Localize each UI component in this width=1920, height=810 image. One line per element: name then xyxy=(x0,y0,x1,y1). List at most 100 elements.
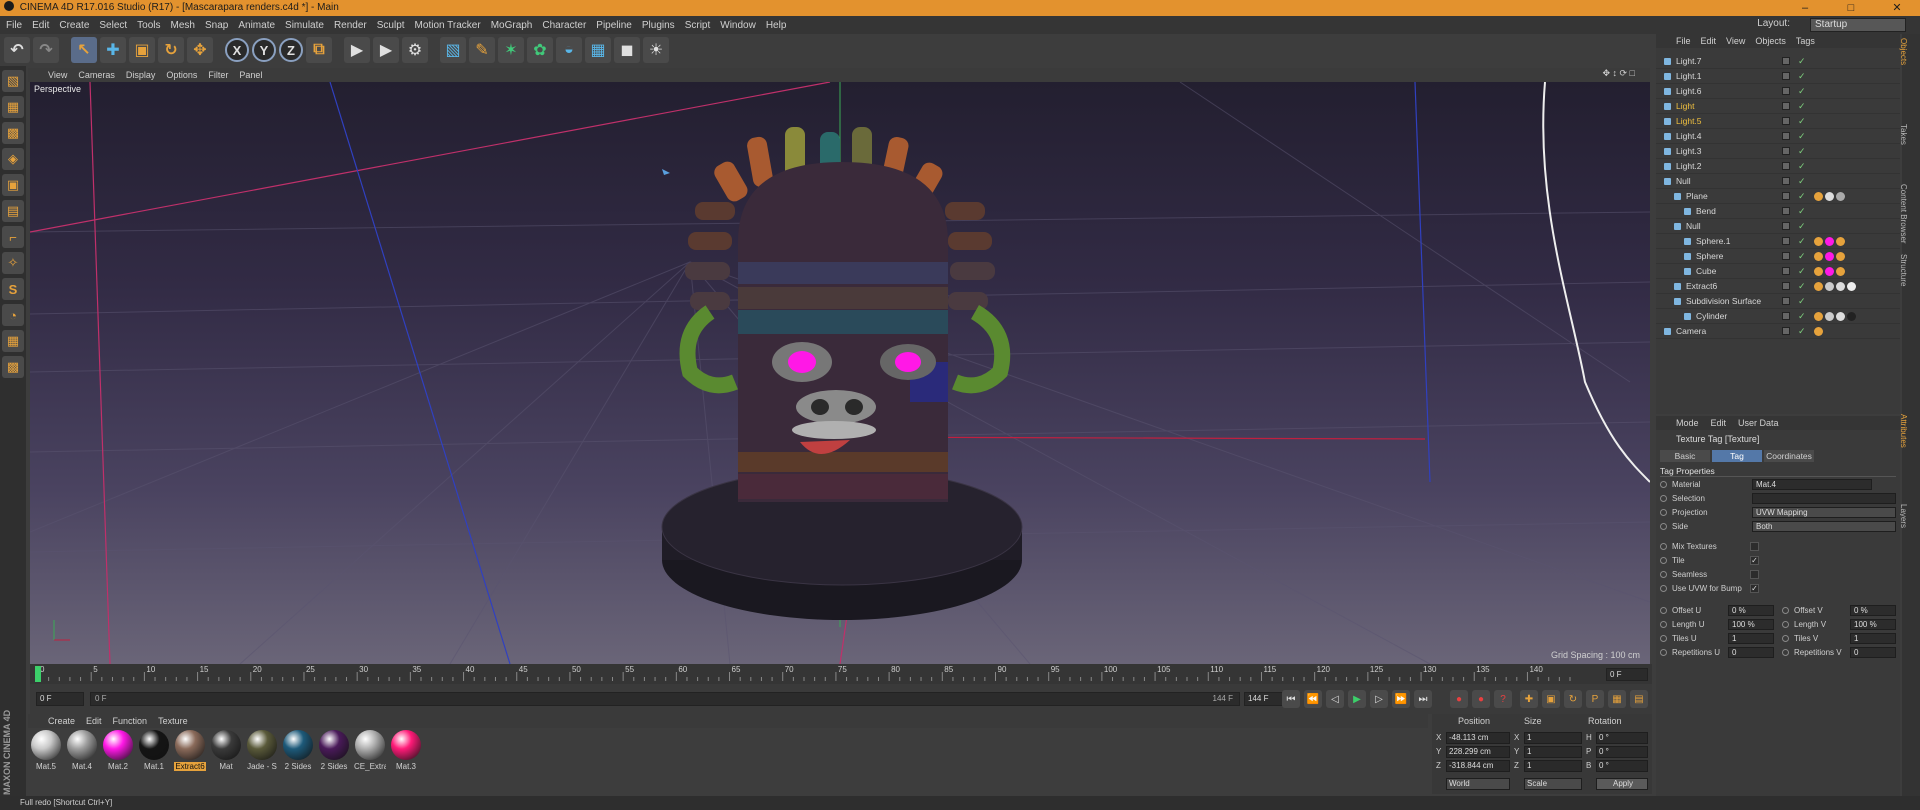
object-row[interactable]: Cylinder ✓ xyxy=(1656,309,1900,324)
timeline-end-field[interactable]: 0 F xyxy=(1606,668,1648,681)
object-enabled-check[interactable]: ✓ xyxy=(1798,144,1806,159)
light-object-button[interactable]: ☀ xyxy=(643,37,669,63)
uvw-bump-checkbox[interactable]: ✓ xyxy=(1750,584,1759,593)
viewport-menu-display[interactable]: Display xyxy=(126,70,156,80)
material-swatch[interactable]: Mat xyxy=(210,730,242,771)
object-enabled-check[interactable]: ✓ xyxy=(1798,204,1806,219)
menu-help[interactable]: Help xyxy=(766,20,787,31)
viewport-menu-options[interactable]: Options xyxy=(166,70,197,80)
record-button-1[interactable]: ● xyxy=(1472,690,1490,708)
timeline-playhead[interactable] xyxy=(35,666,41,682)
range-slider[interactable]: 0 F 144 F xyxy=(90,692,1240,706)
key-button-3[interactable]: P xyxy=(1586,690,1604,708)
key-button-4[interactable]: ▦ xyxy=(1608,690,1626,708)
timeline-ruler[interactable]: 0 5 10 15 20 25 30 35 40 45 50 55 60 65 70 75 80 85 90 95 10… xyxy=(30,664,1652,684)
side-tab-objects[interactable]: Objects xyxy=(1899,38,1908,65)
object-row[interactable]: Light.6 ✓ xyxy=(1656,84,1900,99)
menu-motion-tracker[interactable]: Motion Tracker xyxy=(415,20,481,31)
object-tag-icon[interactable] xyxy=(1814,267,1823,276)
tiles-u-field[interactable]: 1 xyxy=(1728,633,1774,644)
side-tab-structure[interactable]: Structure xyxy=(1899,254,1908,286)
material-swatch[interactable]: CE_Extra xyxy=(354,730,386,771)
menu-mograph[interactable]: MoGraph xyxy=(491,20,533,31)
menu-simulate[interactable]: Simulate xyxy=(285,20,324,31)
object-enabled-check[interactable]: ✓ xyxy=(1798,264,1806,279)
menu-script[interactable]: Script xyxy=(685,20,711,31)
object-visibility-toggle[interactable] xyxy=(1782,237,1790,245)
transport-button-4[interactable]: ▷ xyxy=(1370,690,1388,708)
viewport-menu-view[interactable]: View xyxy=(48,70,67,80)
menu-file[interactable]: File xyxy=(6,20,22,31)
object-enabled-check[interactable]: ✓ xyxy=(1798,99,1806,114)
close-button[interactable]: ✕ xyxy=(1874,0,1920,16)
key-button-5[interactable]: ▤ xyxy=(1630,690,1648,708)
object-visibility-toggle[interactable] xyxy=(1782,312,1790,320)
object-visibility-toggle[interactable] xyxy=(1782,57,1790,65)
left-tool-7[interactable]: ✧ xyxy=(2,252,24,274)
object-tag-icon[interactable] xyxy=(1825,312,1834,321)
side-tab-content-browser[interactable]: Content Browser xyxy=(1899,184,1908,244)
object-enabled-check[interactable]: ✓ xyxy=(1798,294,1806,309)
coord-position-x[interactable]: -48.113 cm xyxy=(1446,732,1510,744)
material-swatch[interactable]: Mat.3 xyxy=(390,730,422,771)
coord-size-x[interactable]: 1 xyxy=(1524,732,1582,744)
left-tool-8[interactable]: S xyxy=(2,278,24,300)
left-tool-1[interactable]: ▦ xyxy=(2,96,24,118)
floor-object-button[interactable]: ▦ xyxy=(585,37,611,63)
object-enabled-check[interactable]: ✓ xyxy=(1798,114,1806,129)
redo-button[interactable]: ↷ xyxy=(33,37,59,63)
transport-button-6[interactable]: ⏭ xyxy=(1414,690,1432,708)
object-enabled-check[interactable]: ✓ xyxy=(1798,249,1806,264)
transport-button-1[interactable]: ⏪ xyxy=(1304,690,1322,708)
projection-select[interactable]: UVW Mapping xyxy=(1752,507,1896,518)
object-enabled-check[interactable]: ✓ xyxy=(1798,279,1806,294)
transport-button-0[interactable]: ⏮ xyxy=(1282,690,1300,708)
menu-mesh[interactable]: Mesh xyxy=(171,20,195,31)
render-settings-button[interactable]: ⚙ xyxy=(402,37,428,63)
material-swatch[interactable]: Mat.1 xyxy=(138,730,170,771)
seamless-checkbox[interactable] xyxy=(1750,570,1759,579)
object-tag-icon[interactable] xyxy=(1836,237,1845,246)
camera-object-button[interactable]: ◼ xyxy=(614,37,640,63)
record-button-2[interactable]: ? xyxy=(1494,690,1512,708)
layout-select[interactable]: Startup xyxy=(1810,18,1906,32)
menu-tools[interactable]: Tools xyxy=(137,20,160,31)
coord-rotation-p[interactable]: 0 ° xyxy=(1596,746,1648,758)
key-button-0[interactable]: ✚ xyxy=(1520,690,1538,708)
deformer-button[interactable]: ◒ xyxy=(556,37,582,63)
object-tag-icon[interactable] xyxy=(1836,267,1845,276)
material-menu-edit[interactable]: Edit xyxy=(86,716,102,726)
transport-button-5[interactable]: ⏩ xyxy=(1392,690,1410,708)
viewport-menu-panel[interactable]: Panel xyxy=(239,70,262,80)
object-tag-icon[interactable] xyxy=(1836,252,1845,261)
object-visibility-toggle[interactable] xyxy=(1782,132,1790,140)
object-row[interactable]: Light ✓ xyxy=(1656,99,1900,114)
pen-spline-button[interactable]: ✎ xyxy=(469,37,495,63)
rotate-tool[interactable]: ↻ xyxy=(158,37,184,63)
object-enabled-check[interactable]: ✓ xyxy=(1798,54,1806,69)
mix-textures-checkbox[interactable] xyxy=(1750,542,1759,551)
side-select[interactable]: Both xyxy=(1752,521,1896,532)
object-tag-icon[interactable] xyxy=(1814,327,1823,336)
object-enabled-check[interactable]: ✓ xyxy=(1798,174,1806,189)
left-tool-6[interactable]: ⌐ xyxy=(2,226,24,248)
menu-select[interactable]: Select xyxy=(99,20,127,31)
side-tab-takes[interactable]: Takes xyxy=(1899,124,1908,145)
object-row[interactable]: Sphere ✓ xyxy=(1656,249,1900,264)
object-row[interactable]: Light.5 ✓ xyxy=(1656,114,1900,129)
object-tag-icon[interactable] xyxy=(1836,282,1845,291)
object-row[interactable]: Subdivision Surface ✓ xyxy=(1656,294,1900,309)
object-tag-icon[interactable] xyxy=(1814,192,1823,201)
record-button-0[interactable]: ● xyxy=(1450,690,1468,708)
coord-position-z[interactable]: -318.844 cm xyxy=(1446,760,1510,772)
material-swatch[interactable]: Mat.4 xyxy=(66,730,98,771)
tab-coordinates[interactable]: Coordinates xyxy=(1764,450,1814,462)
coord-mode-select[interactable]: World xyxy=(1446,778,1510,790)
object-row[interactable]: Plane ✓ xyxy=(1656,189,1900,204)
z-axis-lock[interactable]: Z xyxy=(279,38,303,62)
selection-field[interactable] xyxy=(1752,493,1896,504)
perspective-viewport[interactable]: Perspective Grid Spacing : 100 cm xyxy=(30,82,1650,664)
material-swatch[interactable]: Mat.2 xyxy=(102,730,134,771)
y-axis-lock[interactable]: Y xyxy=(252,38,276,62)
object-tag-icon[interactable] xyxy=(1847,312,1856,321)
